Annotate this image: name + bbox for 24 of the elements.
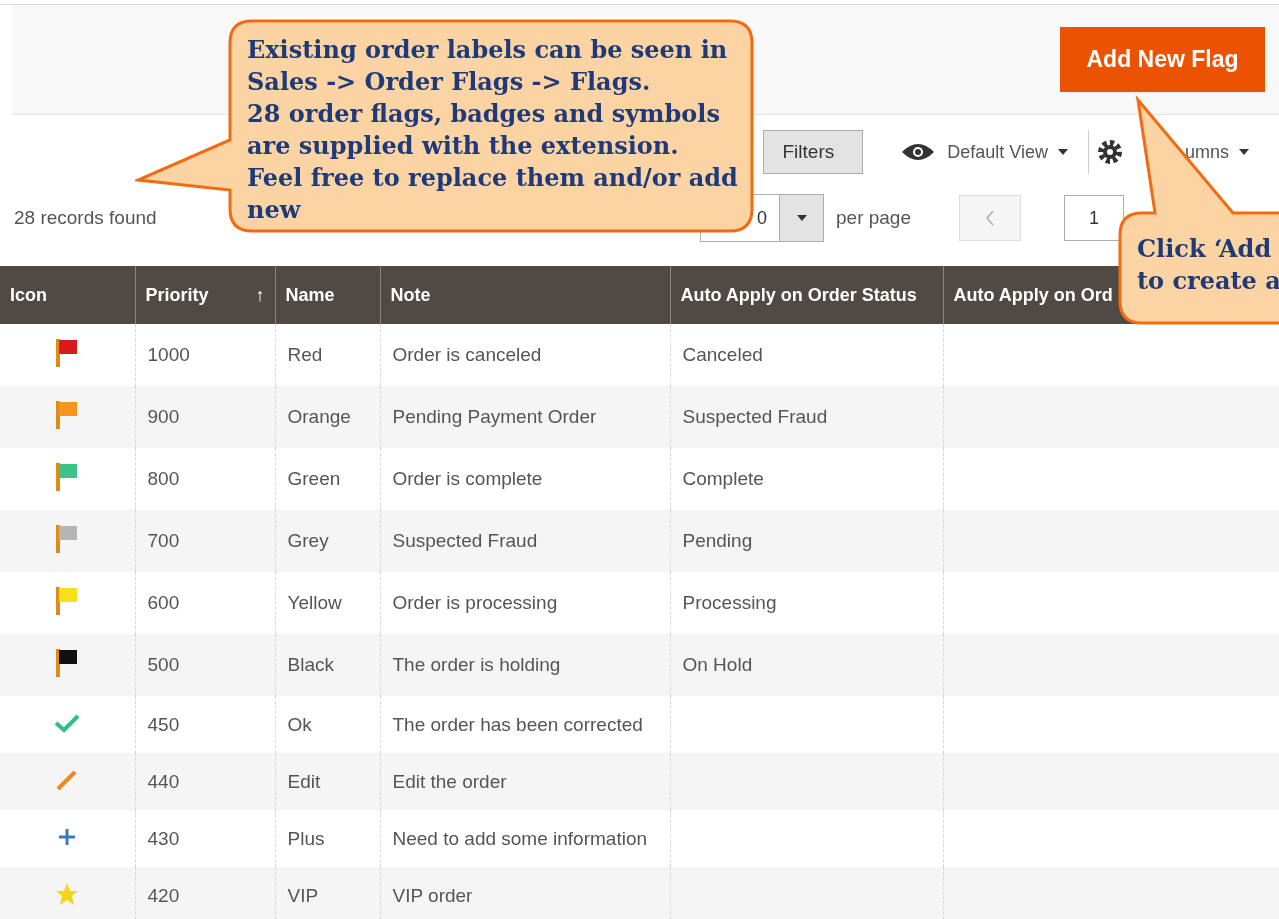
add-new-flag-button[interactable]: Add New Flag — [1060, 27, 1265, 92]
caret-icon — [1058, 149, 1068, 155]
caret-icon — [1239, 149, 1249, 155]
chevron-left-icon — [985, 210, 995, 226]
per-page-label: per page — [836, 207, 911, 229]
previous-page-button[interactable] — [959, 195, 1021, 241]
caret-icon — [796, 215, 807, 221]
priority-cell: 420 — [135, 867, 275, 919]
column-header[interactable]: Auto Apply on Ord — [953, 284, 1113, 305]
sort-arrow[interactable]: ↑ — [255, 284, 265, 306]
column-header[interactable]: Name — [285, 284, 335, 305]
per-page-select[interactable]: 0 — [700, 194, 824, 242]
eye-icon — [901, 142, 936, 162]
column-header[interactable]: Auto Apply on Order Status — [680, 284, 917, 305]
filters-button[interactable]: Filters — [763, 130, 864, 174]
column-header[interactable]: Note — [390, 284, 431, 305]
column-header[interactable]: Icon — [10, 284, 47, 305]
note-cell: VIP order — [380, 867, 670, 919]
columns-dropdown[interactable]: umns — [1123, 130, 1261, 174]
records-count: 28 records found — [14, 207, 157, 228]
column-header[interactable]: Priority — [145, 284, 209, 305]
name-cell: VIP — [275, 867, 380, 919]
settings-icon — [1097, 139, 1123, 165]
view-dropdown[interactable]: Default View — [935, 130, 1080, 174]
